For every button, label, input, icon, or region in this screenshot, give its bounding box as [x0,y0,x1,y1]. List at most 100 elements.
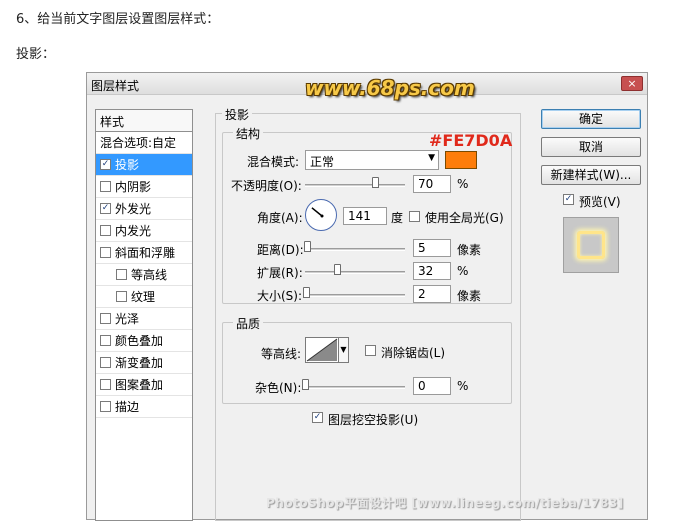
spread-unit: % [457,264,469,278]
spread-slider-thumb[interactable] [334,264,341,275]
noise-unit: % [457,379,469,393]
global-light-checkbox[interactable] [409,211,420,222]
cancel-button[interactable]: 取消 [541,137,641,157]
global-light-label: 使用全局光(G) [425,211,504,225]
antialias-label: 消除锯齿(L) [381,346,446,360]
opacity-slider-thumb[interactable] [372,177,379,188]
noise-slider[interactable] [305,386,405,389]
style-item-checkbox[interactable] [100,401,111,412]
style-item-checkbox[interactable]: ✓ [100,203,111,214]
color-hex-annotation: #FE7D0A [429,131,513,150]
antialias-checkbox[interactable] [365,345,376,356]
style-item-label: 描边 [115,400,140,414]
contour-label: 等高线: [261,347,302,361]
knockout-checkbox[interactable]: ✓ [312,412,323,423]
new-style-button[interactable]: 新建样式(W)... [541,165,641,185]
distance-unit: 像素 [457,243,482,257]
spread-label: 扩展(R): [257,266,303,280]
chevron-down-icon: ▼ [428,153,435,163]
size-slider[interactable] [305,294,405,297]
style-item[interactable]: 渐变叠加 [96,352,192,374]
noise-label: 杂色(N): [255,381,302,395]
noise-input[interactable]: 0 [413,377,451,395]
style-item-label: 斜面和浮雕 [115,246,176,260]
angle-label: 角度(A): [257,211,303,225]
angle-needle-icon [311,207,324,218]
opacity-label: 不透明度(O): [231,179,302,193]
style-item[interactable]: 斜面和浮雕 [96,242,192,264]
spread-slider[interactable] [305,271,405,274]
style-item-label: 外发光 [115,202,152,216]
style-item-checkbox[interactable]: ✓ [100,159,111,170]
angle-unit: 度 [391,211,404,225]
site-logo: www.68ps.com [305,76,475,100]
style-item-checkbox[interactable] [100,247,111,258]
style-list: 样式 混合选项:自定 ✓ 投影 内阴影 ✓ 外发光 内发光 斜面和浮雕 等高线 纹理 光泽 颜色叠加… [95,109,193,521]
size-slider-thumb[interactable] [303,287,310,298]
quality-group: 品质 等高线: ▼ 消除锯齿(L) 杂色(N): 0 % [222,315,512,404]
style-item[interactable]: ✓ 外发光 [96,198,192,220]
style-item[interactable]: 图案叠加 [96,374,192,396]
opacity-input[interactable]: 70 [413,175,451,193]
style-item-checkbox[interactable] [116,269,127,280]
angle-dial[interactable] [305,199,337,231]
preview-checkbox[interactable]: ✓ [563,194,574,205]
opacity-slider[interactable] [305,184,405,187]
distance-label: 距离(D): [257,243,304,257]
ok-button[interactable]: 确定 [541,109,641,129]
drop-shadow-panel: 投影 结构 #FE7D0A 混合模式: 正常 ▼ 不透明度(O): 70 % 角… [215,106,521,521]
style-item[interactable]: 纹理 [96,286,192,308]
style-preview-thumbnail [563,217,619,273]
style-item-checkbox[interactable] [100,225,111,236]
size-input[interactable]: 2 [413,285,451,303]
style-item[interactable]: 光泽 [96,308,192,330]
contour-dropdown-button[interactable]: ▼ [339,337,349,363]
style-item-label: 纹理 [131,290,156,304]
style-item-checkbox[interactable] [100,313,111,324]
style-item-label: 内发光 [115,224,152,238]
size-label: 大小(S): [257,289,303,303]
style-item-checkbox[interactable] [116,291,127,302]
shadow-color-swatch[interactable] [445,151,477,169]
dialog-title: 图层样式 [91,79,140,93]
contour-curve-icon [306,338,338,362]
structure-group: 结构 #FE7D0A 混合模式: 正常 ▼ 不透明度(O): 70 % 角度(A… [222,125,513,304]
style-item-checkbox[interactable] [100,357,111,368]
preview-glow-square [577,231,605,259]
angle-input[interactable]: 141 [343,207,387,225]
blend-mode-select[interactable]: 正常 ▼ [305,150,439,170]
dialog-titlebar[interactable]: 图层样式 www.68ps.com × [87,73,647,100]
style-item[interactable]: 颜色叠加 [96,330,192,352]
style-item[interactable]: 内阴影 [96,176,192,198]
close-button[interactable]: × [621,76,643,91]
style-item-checkbox[interactable] [100,181,111,192]
distance-slider-thumb[interactable] [304,241,311,252]
preview-label: 预览(V) [579,195,621,209]
style-item-checkbox[interactable] [100,335,111,346]
blend-mode-value: 正常 [310,155,335,169]
layer-style-dialog: 图层样式 www.68ps.com × 样式 混合选项:自定 ✓ 投影 内阴影 ✓ 外发… [86,72,648,521]
contour-picker[interactable] [305,337,339,363]
style-item[interactable]: 内发光 [96,220,192,242]
style-item[interactable]: 等高线 [96,264,192,286]
spread-input[interactable]: 32 [413,262,451,280]
style-item[interactable]: 描边 [96,396,192,418]
distance-input[interactable]: 5 [413,239,451,257]
style-item-label: 等高线 [131,268,168,282]
blend-options-item[interactable]: 混合选项:自定 [96,132,192,154]
drop-shadow-legend: 投影 [222,106,253,123]
style-item-label: 图案叠加 [115,378,164,392]
style-item-label: 光泽 [115,312,140,326]
structure-legend: 结构 [233,125,264,142]
opacity-unit: % [457,177,469,191]
quality-legend: 品质 [233,315,264,332]
style-item-label: 颜色叠加 [115,334,164,348]
style-item-label: 内阴影 [115,180,152,194]
distance-slider[interactable] [305,248,405,251]
size-unit: 像素 [457,289,482,303]
blend-mode-label: 混合模式: [247,155,300,169]
article-step-text: 6、给当前文字图层设置图层样式： [16,12,220,27]
style-item[interactable]: ✓ 投影 [96,154,192,176]
style-item-checkbox[interactable] [100,379,111,390]
noise-slider-thumb[interactable] [302,379,309,390]
